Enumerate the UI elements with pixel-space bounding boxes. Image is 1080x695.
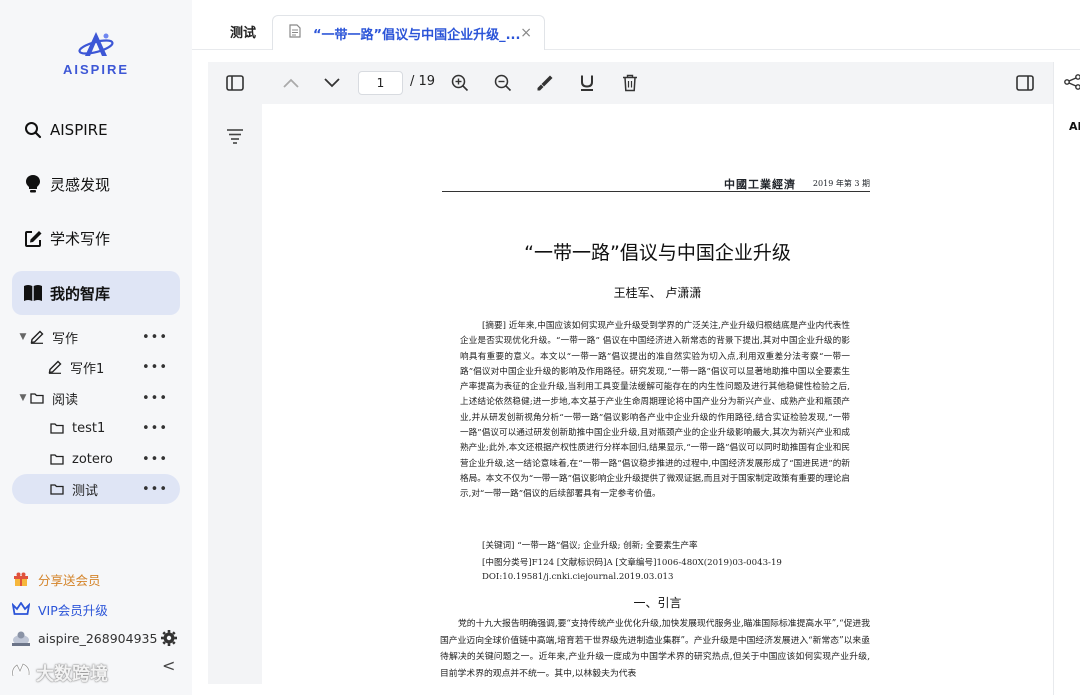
pdf-toolbar: 1 / 19: [208, 62, 1053, 104]
book-icon: [22, 282, 44, 304]
tree-item-zotero[interactable]: zotero •••: [12, 444, 180, 474]
underline-icon[interactable]: [574, 70, 600, 96]
nav-label: AISPIRE: [50, 121, 108, 139]
pen-icon: [30, 329, 46, 345]
folder-icon: [50, 481, 66, 497]
tree-item-writing1[interactable]: 写作1 •••: [12, 352, 180, 382]
outline-strip: [208, 104, 262, 684]
nav-item-writing[interactable]: 学术写作: [12, 216, 180, 260]
edit-icon: [22, 227, 44, 249]
share-label: 分享送会员: [38, 572, 101, 588]
watermark-logo-icon: [10, 661, 32, 686]
highlighter-icon[interactable]: [532, 70, 558, 96]
folder-icon: [50, 420, 66, 436]
share-nodes-icon[interactable]: [1064, 74, 1080, 94]
tree-label: 测试: [72, 483, 99, 499]
paper-body-text: 党的十九大报告明确强调,要“支持传统产业优化升级,加快发展现代服务业,瞄准国际标…: [440, 619, 870, 679]
sidebar: AISPIRE AISPIRE 灵感发现 学术写作 我的智库 ▼ 写作 ••• …: [0, 0, 192, 695]
paper-title: “一带一路”倡议与中国企业升级: [524, 242, 791, 264]
section-title: 一、引言: [633, 596, 682, 610]
vip-upgrade[interactable]: VIP会员升级: [12, 598, 108, 620]
toggle-sidebar-icon[interactable]: [222, 70, 248, 96]
caret-down-icon[interactable]: ▼: [16, 393, 30, 403]
journal-name: 中國工業經濟: [724, 178, 796, 191]
logo-icon: [78, 32, 114, 56]
tree-item-test1[interactable]: test1 •••: [12, 413, 180, 443]
tree-folder-reading[interactable]: ▼ 阅读 •••: [12, 383, 180, 413]
right-rail: AI: [1053, 62, 1080, 695]
tree-label: 阅读: [52, 392, 79, 408]
zoom-out-icon[interactable]: [490, 70, 516, 96]
nav-label: 学术写作: [50, 229, 111, 248]
share-for-membership[interactable]: 分享送会员: [12, 568, 101, 590]
paper-abstract: [摘要] 近年来,中国应该如何实现产业升级受到学界的广泛关注,产业升级归根结底是…: [460, 321, 850, 500]
folder-icon: [50, 451, 66, 467]
tree-item-test-selected[interactable]: 测试 •••: [12, 474, 180, 504]
paper-classification: [中图分类号]F124 [文献标识码]A [文章编号]1006-480X(201…: [482, 558, 782, 568]
journal-header: 中國工業經濟 2019 年第 3 期: [442, 178, 870, 192]
tree-label: 写作: [52, 331, 79, 347]
more-icon[interactable]: •••: [142, 391, 168, 406]
nav-label: 我的智库: [50, 284, 111, 303]
more-icon[interactable]: •••: [142, 330, 168, 345]
document-icon: [289, 24, 303, 42]
tree-label: zotero: [72, 451, 113, 467]
app-root: AISPIRE AISPIRE 灵感发现 学术写作 我的智库 ▼ 写作 ••• …: [0, 0, 1080, 695]
avatar: [12, 629, 30, 647]
chevron-down-icon[interactable]: [319, 70, 345, 96]
tree-label: 写作1: [70, 361, 105, 377]
user-row[interactable]: aispire_268904935: [12, 627, 180, 649]
pen-icon: [48, 359, 64, 375]
tab-test[interactable]: 测试: [230, 22, 256, 41]
watermark: 大数跨境: [10, 660, 108, 686]
paper-doi: DOI:10.19581/j.cnki.ciejournal.2019.03.0…: [482, 572, 674, 582]
trash-icon[interactable]: [617, 70, 643, 96]
logo-text: AISPIRE: [62, 62, 129, 77]
journal-issue: 2019 年第 3 期: [812, 179, 870, 188]
app-logo[interactable]: AISPIRE: [56, 30, 136, 80]
tab-bar: 测试 “一带一路”倡议与中国企业升级_... ×: [192, 0, 1080, 50]
page-total: / 19: [410, 74, 436, 89]
username: aispire_268904935: [38, 630, 158, 646]
tab-title: “一带一路”倡议与中国企业升级_...: [313, 27, 521, 43]
gift-icon: [12, 570, 30, 588]
page-number-input[interactable]: 1: [358, 71, 403, 95]
paper-keywords: [关键词] “一带一路”倡议; 企业升级; 创新; 全要素生产率: [482, 541, 698, 551]
lightbulb-icon: [22, 173, 44, 195]
search-icon: [22, 119, 44, 141]
outline-list-icon[interactable]: [226, 128, 244, 148]
watermark-text: 大数跨境: [36, 664, 108, 685]
caret-down-icon[interactable]: ▼: [16, 332, 30, 342]
chevron-up-icon[interactable]: [278, 70, 304, 96]
zoom-in-icon[interactable]: [447, 70, 473, 96]
pdf-page[interactable]: 中國工業經濟 2019 年第 3 期 “一带一路”倡议与中国企业升级 王桂军、 …: [262, 104, 1053, 695]
ai-panel-tab[interactable]: AI: [1069, 120, 1080, 133]
tree-folder-writing[interactable]: ▼ 写作 •••: [12, 322, 180, 352]
settings-gear-icon[interactable]: [160, 629, 178, 650]
crown-icon: [12, 600, 30, 618]
tab-document-active[interactable]: “一带一路”倡议与中国企业升级_... ×: [272, 15, 545, 50]
collapse-sidebar-button[interactable]: <: [162, 656, 175, 675]
nav-item-inspiration[interactable]: 灵感发现: [12, 162, 180, 206]
toggle-right-panel-icon[interactable]: [1012, 70, 1038, 96]
paper-authors: 王桂军、 卢潇潇: [613, 286, 702, 300]
more-icon[interactable]: •••: [142, 452, 168, 467]
more-icon[interactable]: •••: [142, 360, 168, 375]
vip-label: VIP会员升级: [38, 602, 108, 618]
tree-label: test1: [72, 420, 106, 436]
close-icon[interactable]: ×: [520, 25, 532, 41]
nav-label: 灵感发现: [50, 175, 111, 194]
more-icon[interactable]: •••: [142, 482, 168, 497]
nav-item-aispire[interactable]: AISPIRE: [12, 108, 180, 152]
more-icon[interactable]: •••: [142, 421, 168, 436]
folder-icon: [30, 390, 46, 406]
nav-item-library[interactable]: 我的智库: [12, 271, 180, 315]
